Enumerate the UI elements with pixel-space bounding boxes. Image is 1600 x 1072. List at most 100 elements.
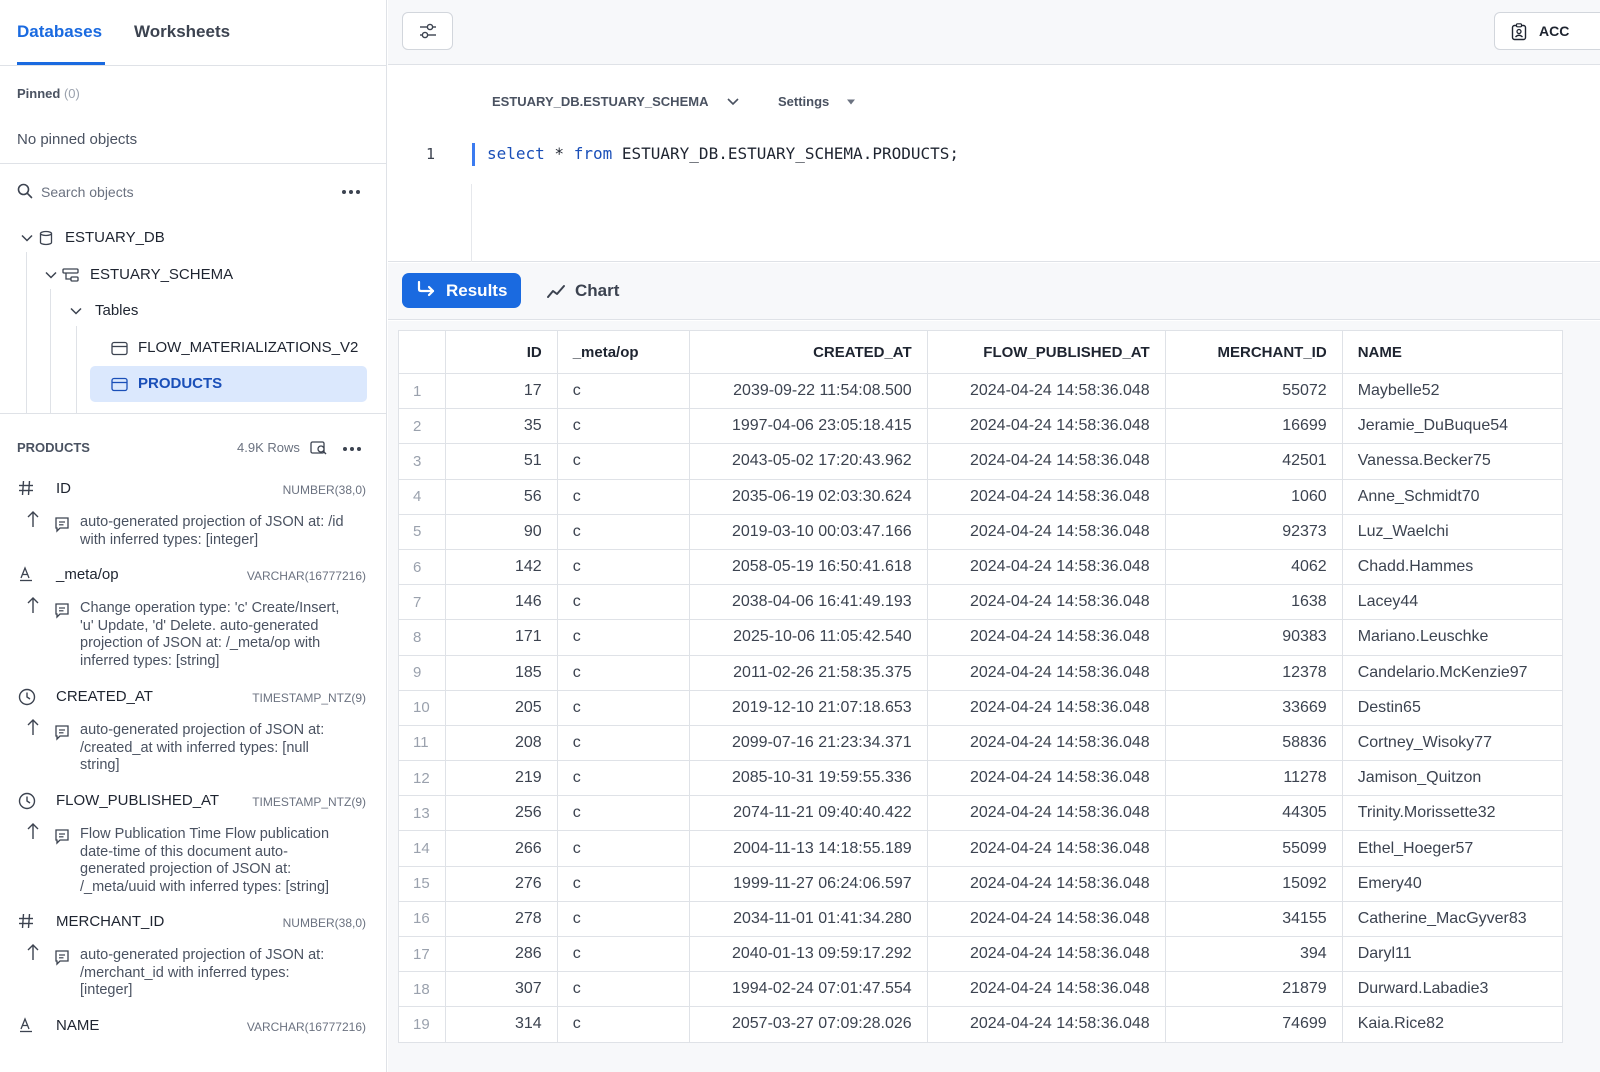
table-row[interactable]: 4 56 c 2035-06-19 02:03:30.624 2024-04-24 14… — [398, 478, 1563, 515]
column-header[interactable]: CREATED_AT — [688, 330, 928, 374]
table-cell[interactable]: 51 — [444, 443, 558, 480]
table-cell[interactable]: 2024-04-24 14:58:36.048 — [926, 584, 1166, 621]
table-cell[interactable]: 2074-11-21 09:40:40.422 — [688, 795, 928, 832]
table-cell[interactable]: 2099-07-16 21:23:34.371 — [688, 724, 928, 762]
sql-editor[interactable]: ESTUARY_DB.ESTUARY_SCHEMA Settings 1 sel… — [388, 66, 1600, 262]
table-cell[interactable]: Luz_Waelchi — [1341, 513, 1563, 550]
column-name[interactable]: ID — [56, 480, 71, 497]
table-cell[interactable]: Ethel_Hoeger57 — [1341, 830, 1563, 867]
column-header[interactable]: NAME — [1341, 330, 1563, 374]
context-selector[interactable]: ESTUARY_DB.ESTUARY_SCHEMA — [492, 94, 739, 109]
table-cell[interactable]: 208 — [444, 724, 558, 762]
table-cell[interactable]: c — [556, 865, 690, 902]
table-row[interactable]: 2 35 c 1997-04-06 23:05:18.415 2024-04-24 14… — [398, 408, 1563, 445]
table-cell[interactable]: 2057-03-27 07:09:28.026 — [688, 1006, 928, 1043]
table-row[interactable]: 15 276 c 1999-11-27 06:24:06.597 2024-04-24 … — [398, 865, 1563, 902]
table-cell[interactable]: c — [556, 548, 690, 586]
table-cell[interactable]: 34155 — [1164, 900, 1343, 938]
table-cell[interactable]: 74699 — [1164, 1006, 1343, 1043]
table-cell[interactable]: 44305 — [1164, 795, 1343, 832]
column-header[interactable]: ID — [444, 330, 558, 374]
table-cell[interactable]: c — [556, 935, 690, 973]
table-cell[interactable]: 92373 — [1164, 513, 1343, 550]
table-row[interactable]: 1 17 c 2039-09-22 11:54:08.500 2024-04-24 14… — [398, 372, 1563, 410]
table-cell[interactable]: 286 — [444, 935, 558, 973]
table-cell[interactable]: 2040-01-13 09:59:17.292 — [688, 935, 928, 973]
tab-databases[interactable]: Databases — [17, 22, 102, 42]
table-cell[interactable]: 2024-04-24 14:58:36.048 — [926, 372, 1166, 410]
table-cell[interactable]: 2024-04-24 14:58:36.048 — [926, 513, 1166, 550]
table-row[interactable]: 8 171 c 2025-10-06 11:05:42.540 2024-04-24 1… — [398, 619, 1563, 656]
table-cell[interactable]: 2024-04-24 14:58:36.048 — [926, 408, 1166, 445]
results-button[interactable]: Results — [402, 273, 521, 308]
table-cell[interactable]: c — [556, 584, 690, 621]
table-cell[interactable]: 1999-11-27 06:24:06.597 — [688, 865, 928, 902]
table-row[interactable]: 14 266 c 2004-11-13 14:18:55.189 2024-04-24 … — [398, 830, 1563, 867]
chevron-down-icon[interactable] — [44, 268, 58, 282]
table-cell[interactable]: 15092 — [1164, 865, 1343, 902]
table-cell[interactable]: Jeramie_DuBuque54 — [1341, 408, 1563, 445]
table-cell[interactable]: 17 — [444, 372, 558, 410]
table-cell[interactable]: 205 — [444, 689, 558, 726]
table-cell[interactable]: Mariano.Leuschke — [1341, 619, 1563, 656]
table-cell[interactable]: Catherine_MacGyver83 — [1341, 900, 1563, 938]
table-row[interactable]: 9 185 c 2011-02-26 21:58:35.375 2024-04-24 1… — [398, 654, 1563, 691]
table-cell[interactable]: Daryl11 — [1341, 935, 1563, 973]
table-cell[interactable]: 307 — [444, 971, 558, 1008]
table-cell[interactable]: c — [556, 900, 690, 938]
table-cell[interactable]: Destin65 — [1341, 689, 1563, 726]
table-cell[interactable]: 2024-04-24 14:58:36.048 — [926, 760, 1166, 797]
table-cell[interactable]: 256 — [444, 795, 558, 832]
table-cell[interactable]: 2025-10-06 11:05:42.540 — [688, 619, 928, 656]
table-cell[interactable]: 56 — [444, 478, 558, 515]
table-cell[interactable]: c — [556, 478, 690, 515]
table-cell[interactable]: 1994-02-24 07:01:47.554 — [688, 971, 928, 1008]
table-cell[interactable]: 2004-11-13 14:18:55.189 — [688, 830, 928, 867]
tree-item-table[interactable]: FLOW_MATERIALIZATIONS_V2 — [111, 337, 361, 359]
table-cell[interactable]: c — [556, 830, 690, 867]
table-cell[interactable]: 2035-06-19 02:03:30.624 — [688, 478, 928, 515]
table-cell[interactable]: Anne_Schmidt70 — [1341, 478, 1563, 515]
tree-item-table[interactable]: PRODUCTS — [111, 373, 361, 395]
table-row[interactable]: 19 314 c 2057-03-27 07:09:28.026 2024-04-24 … — [398, 1006, 1563, 1043]
table-row[interactable]: 7 146 c 2038-04-06 16:41:49.193 2024-04-24 1… — [398, 584, 1563, 621]
table-cell[interactable]: 314 — [444, 1006, 558, 1043]
table-cell[interactable]: Trinity.Morissette32 — [1341, 795, 1563, 832]
table-cell[interactable]: c — [556, 654, 690, 691]
table-cell[interactable]: 278 — [444, 900, 558, 938]
table-cell[interactable]: 171 — [444, 619, 558, 656]
table-cell[interactable]: c — [556, 689, 690, 726]
table-cell[interactable]: Cortney_Wisoky77 — [1341, 724, 1563, 762]
column-name[interactable]: CREATED_AT — [56, 688, 153, 705]
table-cell[interactable]: 2034-11-01 01:41:34.280 — [688, 900, 928, 938]
table-cell[interactable]: 1638 — [1164, 584, 1343, 621]
table-cell[interactable]: c — [556, 1006, 690, 1043]
table-cell[interactable]: Lacey44 — [1341, 584, 1563, 621]
table-cell[interactable]: 42501 — [1164, 443, 1343, 480]
table-cell[interactable]: 33669 — [1164, 689, 1343, 726]
table-cell[interactable]: 4062 — [1164, 548, 1343, 586]
table-cell[interactable]: 16699 — [1164, 408, 1343, 445]
table-cell[interactable]: 2019-03-10 00:03:47.166 — [688, 513, 928, 550]
table-row[interactable]: 11 208 c 2099-07-16 21:23:34.371 2024-04-24 … — [398, 724, 1563, 762]
table-cell[interactable]: 2024-04-24 14:58:36.048 — [926, 548, 1166, 586]
column-header[interactable]: _meta/op — [556, 330, 690, 374]
table-cell[interactable]: 2011-02-26 21:58:35.375 — [688, 654, 928, 691]
table-cell[interactable]: c — [556, 971, 690, 1008]
table-cell[interactable]: 35 — [444, 408, 558, 445]
column-header[interactable]: FLOW_PUBLISHED_AT — [926, 330, 1166, 374]
table-cell[interactable]: c — [556, 443, 690, 480]
table-row[interactable]: 17 286 c 2040-01-13 09:59:17.292 2024-04-24 … — [398, 935, 1563, 973]
table-cell[interactable]: 394 — [1164, 935, 1343, 973]
table-cell[interactable]: 2024-04-24 14:58:36.048 — [926, 689, 1166, 726]
table-cell[interactable]: 1060 — [1164, 478, 1343, 515]
column-name[interactable]: MERCHANT_ID — [56, 913, 164, 930]
table-cell[interactable]: 2024-04-24 14:58:36.048 — [926, 619, 1166, 656]
table-row[interactable]: 12 219 c 2085-10-31 19:59:55.336 2024-04-24 … — [398, 760, 1563, 797]
table-cell[interactable]: c — [556, 513, 690, 550]
table-cell[interactable]: 2024-04-24 14:58:36.048 — [926, 935, 1166, 973]
table-cell[interactable]: 2024-04-24 14:58:36.048 — [926, 971, 1166, 1008]
table-cell[interactable]: c — [556, 760, 690, 797]
table-cell[interactable]: 266 — [444, 830, 558, 867]
table-cell[interactable]: 90383 — [1164, 619, 1343, 656]
